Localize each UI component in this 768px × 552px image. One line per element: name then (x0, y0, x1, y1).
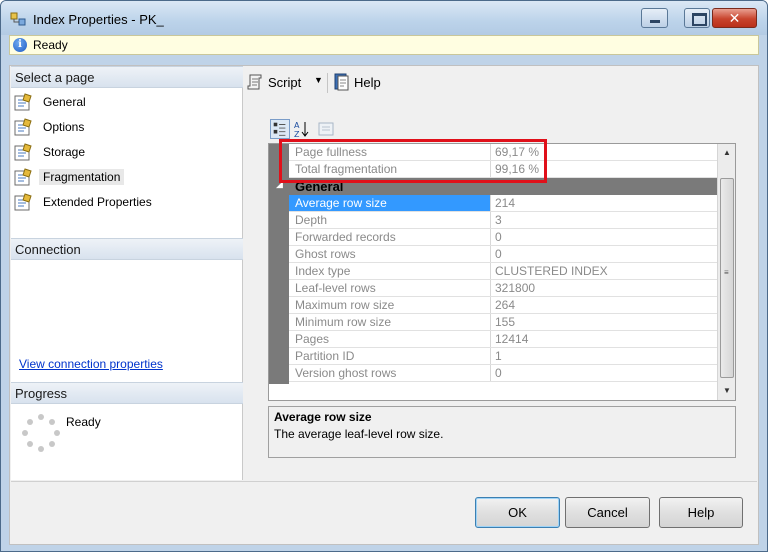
property-value[interactable]: 264 (492, 297, 716, 313)
status-bar: i Ready (9, 35, 759, 55)
title-bar[interactable]: Index Properties - PK_ ✕ (1, 1, 767, 35)
property-pages-button[interactable] (316, 119, 336, 139)
property-value[interactable]: 1 (492, 348, 716, 364)
page-properties-icon (14, 118, 32, 136)
page-item-fragmentation[interactable]: Fragmentation (13, 166, 241, 188)
property-row-maximum-row-size[interactable]: Maximum row size 264 (289, 297, 717, 314)
connection-header: Connection (11, 238, 243, 260)
scroll-down-icon[interactable]: ▼ (718, 382, 736, 399)
property-value[interactable]: 214 (492, 195, 716, 211)
property-row-pages[interactable]: Pages 12414 (289, 331, 717, 348)
page-item-label: Storage (43, 145, 86, 159)
property-grid-toolbar: AZ (270, 119, 342, 141)
property-name: Index type (289, 263, 491, 279)
dialog-body: Select a page General Options Storage Fr… (9, 65, 759, 545)
property-grid-scrollbar[interactable]: ▲ ≡ ▼ (717, 144, 735, 400)
property-row-minimum-row-size[interactable]: Minimum row size 155 (289, 314, 717, 331)
view-connection-properties-link[interactable]: View connection properties (19, 357, 163, 371)
toolbar-separator (327, 73, 328, 93)
property-value[interactable]: 12414 (492, 331, 716, 347)
window-title: Index Properties - PK_ (33, 12, 164, 27)
index-properties-window: Index Properties - PK_ ✕ i Ready Select … (0, 0, 768, 552)
property-name: Pages (289, 331, 491, 347)
description-text: The average leaf-level row size. (274, 427, 444, 441)
index-properties-icon (10, 12, 26, 26)
minimize-button[interactable] (641, 8, 668, 28)
property-value[interactable]: 0 (492, 365, 716, 381)
page-properties-icon (14, 143, 32, 161)
page-item-label: Options (43, 120, 85, 134)
property-row-leaf-level-rows[interactable]: Leaf-level rows 321800 (289, 280, 717, 297)
property-row-average-row-size[interactable]: Average row size 214 (289, 195, 717, 212)
property-name: Partition ID (289, 348, 491, 364)
close-icon: ✕ (728, 10, 741, 26)
sort-alphabetical-icon: AZ (294, 121, 309, 139)
property-row-version-ghost-rows[interactable]: Version ghost rows 0 (289, 365, 717, 382)
property-name: Forwarded records (289, 229, 491, 245)
help-icon[interactable] (333, 72, 351, 92)
page-item-label: Fragmentation (39, 169, 125, 185)
close-button[interactable]: ✕ (712, 8, 757, 28)
property-value[interactable]: 155 (492, 314, 716, 330)
page-item-general[interactable]: General (13, 91, 241, 113)
property-name: Leaf-level rows (289, 280, 491, 296)
property-row-ghost-rows[interactable]: Ghost rows 0 (289, 246, 717, 263)
property-description-panel: Average row size The average leaf-level … (268, 406, 736, 458)
info-icon: i (13, 38, 27, 52)
left-pane: Select a page General Options Storage Fr… (11, 66, 243, 480)
ok-button[interactable]: OK (475, 497, 560, 528)
page-item-extended-properties[interactable]: Extended Properties (13, 191, 241, 213)
status-text: Ready (33, 38, 68, 52)
property-value[interactable]: 321800 (492, 280, 716, 296)
page-item-storage[interactable]: Storage (13, 141, 241, 163)
maximize-button[interactable] (684, 8, 710, 28)
page-item-label: Extended Properties (43, 195, 152, 209)
property-name: Minimum row size (289, 314, 491, 330)
scrollbar-thumb[interactable]: ≡ (720, 178, 734, 378)
highlight-annotation-box (279, 139, 547, 183)
property-pages-icon (318, 122, 334, 136)
property-name: Version ghost rows (289, 365, 491, 381)
property-value[interactable]: CLUSTERED INDEX (492, 263, 716, 279)
svg-text:Z: Z (294, 130, 300, 139)
property-row-depth[interactable]: Depth 3 (289, 212, 717, 229)
property-row-partition-id[interactable]: Partition ID 1 (289, 348, 717, 365)
grip-icon: ≡ (724, 268, 729, 277)
property-row-index-type[interactable]: Index type CLUSTERED INDEX (289, 263, 717, 280)
property-value[interactable]: 0 (492, 246, 716, 262)
property-row-forwarded-records[interactable]: Forwarded records 0 (289, 229, 717, 246)
progress-header: Progress (11, 382, 243, 404)
cancel-button[interactable]: Cancel (565, 497, 650, 528)
dialog-footer: OK Cancel Help (11, 481, 757, 544)
script-button[interactable]: Script (268, 75, 301, 90)
alphabetical-view-button[interactable]: AZ (292, 119, 312, 139)
scroll-up-icon[interactable]: ▲ (718, 144, 736, 161)
select-page-header: Select a page (11, 66, 243, 88)
help-dialog-button[interactable]: Help (659, 497, 743, 528)
progress-status: Ready (66, 415, 101, 429)
script-dropdown-icon[interactable]: ▼ (314, 75, 323, 85)
toolbar: Script ▼ Help (246, 70, 758, 96)
property-name: Maximum row size (289, 297, 491, 313)
property-name: Depth (289, 212, 491, 228)
property-value[interactable]: 3 (492, 212, 716, 228)
categorized-view-button[interactable] (270, 119, 290, 139)
property-name: Average row size (289, 195, 491, 211)
page-properties-icon (14, 168, 32, 186)
property-value[interactable]: 0 (492, 229, 716, 245)
page-properties-icon (14, 93, 32, 111)
page-properties-icon (14, 193, 32, 211)
description-title: Average row size (274, 410, 372, 424)
script-icon[interactable] (246, 72, 266, 92)
property-name: Ghost rows (289, 246, 491, 262)
categorized-icon (273, 122, 286, 136)
svg-text:A: A (294, 121, 300, 130)
page-item-options[interactable]: Options (13, 116, 241, 138)
progress-spinner-icon (22, 414, 60, 452)
help-button[interactable]: Help (354, 75, 381, 90)
page-item-label: General (43, 95, 86, 109)
